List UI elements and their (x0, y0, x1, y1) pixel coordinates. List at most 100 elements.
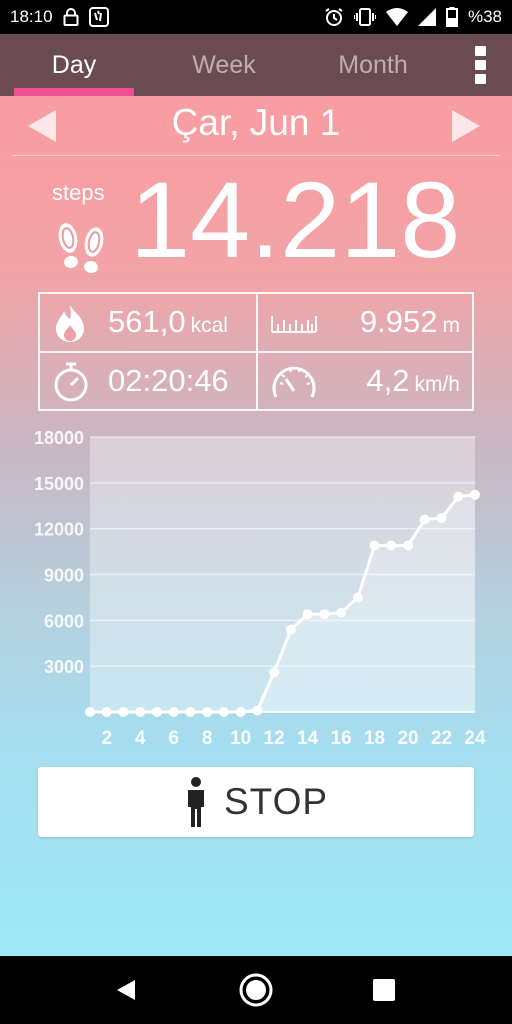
x-tick-label: 4 (135, 728, 146, 749)
stats-grid: 561,0 kcal 9.952 m 02:20:46 4,2 km/h (38, 292, 474, 411)
back-icon (117, 980, 135, 1000)
menu-dot-icon (474, 74, 486, 84)
data-point (185, 707, 196, 717)
distance-value: 9.952 m (360, 304, 460, 340)
x-tick-label: 18 (364, 728, 385, 749)
x-tick-label: 8 (202, 728, 213, 749)
data-point (352, 592, 363, 603)
calories-value: 561,0 kcal (108, 304, 228, 340)
menu-dot-icon (474, 60, 486, 70)
steps-chart-svg: 3000600090001200015000180002 4 6 8 10 12 14 16 1… (34, 429, 486, 749)
speed-number: 4,2 (366, 363, 410, 398)
speed-unit: km/h (414, 373, 460, 396)
data-point (336, 607, 347, 618)
tab-day[interactable]: Day (14, 34, 134, 96)
speed-value: 4,2 km/h (366, 363, 460, 399)
arrow-right-icon (452, 110, 480, 142)
status-bar: 18:10 %38 (0, 0, 512, 34)
calories-unit: kcal (190, 314, 228, 337)
status-time: 18:10 (10, 7, 53, 26)
data-point (386, 540, 397, 551)
calories-stat: 561,0 kcal (40, 294, 256, 350)
stop-label: STOP (223, 781, 329, 822)
divider (12, 155, 500, 156)
data-point (419, 514, 430, 525)
tab-month[interactable]: Month (313, 34, 433, 96)
recents-icon (373, 979, 395, 1001)
y-tick-label: 9000 (44, 566, 84, 586)
active-tab-indicator (14, 88, 134, 96)
data-point (118, 707, 129, 717)
x-tick-label: 14 (297, 728, 319, 749)
flame-icon (52, 303, 88, 343)
distance-number: 9.952 (359, 304, 438, 339)
steps-label: steps (52, 180, 105, 205)
overflow-menu-button[interactable] (470, 42, 490, 88)
data-point (403, 540, 414, 551)
alarm-icon (324, 7, 344, 27)
back-button[interactable] (106, 970, 146, 1010)
tab-bar: Day Week Month (0, 34, 512, 96)
data-point (135, 707, 146, 717)
data-point (269, 667, 280, 678)
x-tick-label: 20 (397, 728, 418, 749)
data-point (285, 624, 296, 635)
home-button[interactable] (236, 970, 276, 1010)
speed-stat: 4,2 km/h (258, 353, 474, 409)
data-point (85, 707, 95, 717)
data-point (202, 707, 213, 717)
battery-icon (445, 7, 458, 27)
steps-chart: 3000 6000 9000 12000 15000 18000 2 4 6 8 10 12 14 16 1… (0, 429, 512, 759)
y-tick-label: 15000 (34, 474, 84, 494)
home-icon (239, 973, 273, 1007)
person-walking-icon (187, 777, 204, 827)
y-tick-label: 12000 (34, 520, 84, 540)
ruler-icon (270, 310, 318, 334)
x-tick-label: 2 (101, 728, 112, 749)
data-point (319, 609, 330, 620)
data-point (470, 489, 480, 500)
x-tick-label: 16 (331, 728, 352, 749)
recents-button[interactable] (364, 970, 404, 1010)
distance-stat: 9.952 m (258, 294, 474, 350)
data-point (453, 491, 464, 502)
wifi-icon (385, 8, 408, 26)
data-point (168, 707, 179, 717)
duration-stat: 02:20:46 (40, 353, 256, 409)
data-point (302, 609, 313, 620)
data-point (218, 707, 229, 717)
data-point (369, 540, 380, 551)
x-tick-label: 12 (264, 728, 285, 749)
date-label: Çar, Jun 1 (171, 102, 341, 143)
y-tick-label: 18000 (34, 429, 84, 448)
data-point (436, 512, 447, 523)
distance-unit: m (442, 314, 461, 337)
app-notification-icon (88, 7, 109, 27)
stop-button[interactable]: STOP (38, 767, 474, 837)
x-tick-label: 22 (431, 728, 452, 749)
x-tick-label: 6 (168, 728, 179, 749)
data-point (235, 707, 246, 717)
date-navigator: Çar, Jun 1 (0, 96, 512, 156)
data-point (252, 705, 263, 716)
navigation-bar (0, 956, 512, 1024)
footprints-icon (52, 216, 110, 279)
pedometer-app: Day Week Month Çar, Jun 1 steps 14.218 5… (0, 34, 512, 956)
steps-count: 14.218 (130, 159, 461, 280)
duration-value: 02:20:46 (108, 363, 229, 398)
data-point (151, 707, 162, 717)
y-tick-label: 6000 (44, 611, 84, 631)
data-point (101, 707, 112, 717)
calories-number: 561,0 (108, 304, 186, 339)
x-tick-label: 24 (464, 728, 486, 749)
signal-icon (417, 8, 436, 26)
vibrate-icon (353, 8, 376, 26)
stopwatch-icon (52, 361, 90, 403)
x-tick-label: 10 (230, 728, 251, 749)
battery-percent: %38 (467, 7, 502, 26)
speedometer-icon (270, 361, 318, 403)
tab-week[interactable]: Week (164, 34, 284, 96)
lock-icon (63, 8, 79, 26)
menu-dot-icon (474, 46, 486, 56)
next-day-button[interactable] (450, 108, 482, 144)
